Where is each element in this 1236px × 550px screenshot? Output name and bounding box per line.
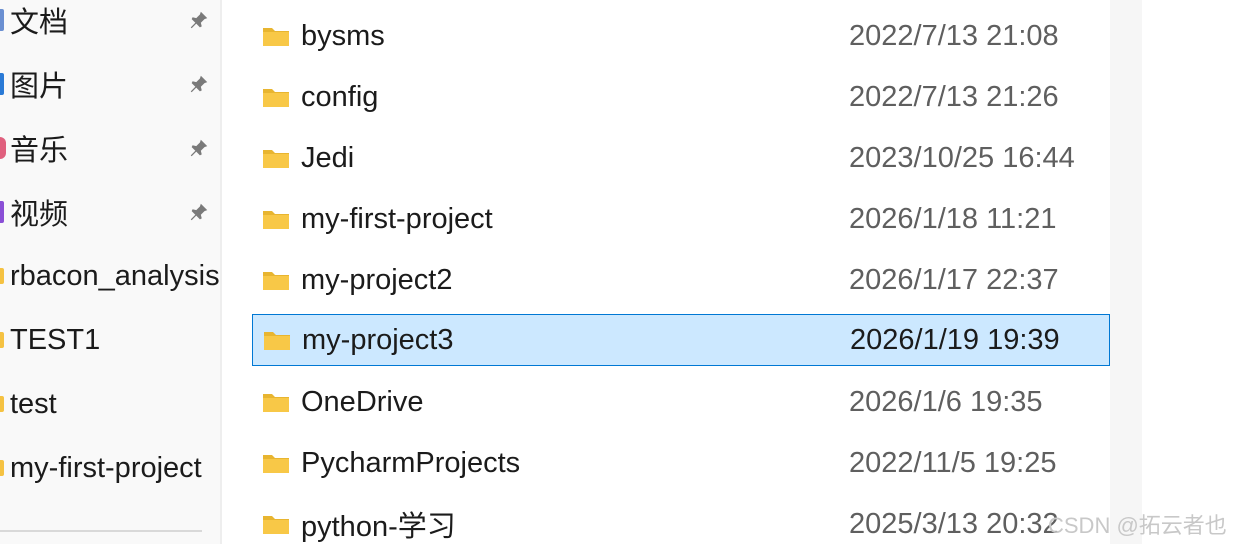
navigation-pane: 文档 图片 音乐 视频 rbacon_analysis TEST1 test m… (0, 0, 220, 544)
folder-icon (263, 150, 289, 168)
sidebar-item-label: 视频 (10, 199, 69, 231)
sidebar-item-test1[interactable]: TEST1 (0, 314, 220, 366)
file-modified-date: 2025/3/13 20:32 (849, 507, 1059, 540)
file-modified-date: 2026/1/17 22:37 (849, 263, 1059, 296)
folder-icon (263, 516, 289, 534)
file-row-python-study[interactable]: python-学习 2025/3/13 20:32 (252, 498, 1110, 550)
folder-icon (263, 28, 289, 46)
videos-icon (0, 201, 4, 223)
pin-icon[interactable] (188, 73, 210, 95)
sidebar-item-label: rbacon_analysis (10, 259, 220, 292)
file-name: OneDrive (301, 385, 424, 418)
file-modified-date: 2026/1/6 19:35 (849, 385, 1043, 418)
file-row-config[interactable]: config 2022/7/13 21:26 (252, 71, 1110, 123)
file-modified-date: 2023/10/25 16:44 (849, 141, 1075, 174)
sidebar-item-label: 图片 (10, 71, 69, 103)
pin-icon[interactable] (188, 137, 210, 159)
file-row-my-first-project[interactable]: my-first-project 2026/1/18 11:21 (252, 193, 1110, 245)
pin-icon[interactable] (188, 201, 210, 223)
scrollbar-track[interactable] (1110, 0, 1142, 544)
file-row-bysms[interactable]: bysms 2022/7/13 21:08 (252, 10, 1110, 62)
file-name: my-project3 (302, 323, 454, 356)
folder-icon (263, 394, 289, 412)
pin-icon[interactable] (188, 9, 210, 31)
file-name: PycharmProjects (301, 446, 521, 479)
file-modified-date: 2026/1/19 19:39 (850, 323, 1060, 356)
folder-icon (263, 89, 289, 107)
sidebar-item-label: my-first-project (10, 451, 202, 484)
folder-icon (263, 455, 289, 473)
folder-icon (0, 332, 4, 348)
folder-icon (263, 272, 289, 290)
folder-icon (0, 268, 4, 284)
file-row-onedrive[interactable]: OneDrive 2026/1/6 19:35 (252, 376, 1110, 428)
file-modified-date: 2022/7/13 21:26 (849, 80, 1059, 113)
file-name: my-project2 (301, 263, 453, 296)
file-name: python-学习 (301, 511, 456, 543)
sidebar-item-music[interactable]: 音乐 (0, 122, 220, 174)
sidebar-item-label: 音乐 (10, 135, 69, 167)
file-list: bysms 2022/7/13 21:08 config 2022/7/13 2… (222, 0, 1110, 544)
file-row-my-project3[interactable]: my-project3 2026/1/19 19:39 (252, 314, 1110, 366)
documents-icon (0, 9, 4, 31)
file-row-my-project2[interactable]: my-project2 2026/1/17 22:37 (252, 254, 1110, 306)
sidebar-divider (0, 530, 202, 532)
music-icon (0, 137, 6, 159)
pictures-icon (0, 73, 4, 95)
sidebar-item-test[interactable]: test (0, 378, 220, 430)
watermark: CSDN @拓云者也 (1048, 513, 1227, 538)
file-name: my-first-project (301, 202, 493, 235)
file-name: bysms (301, 19, 385, 52)
sidebar-item-label: test (10, 387, 57, 420)
file-name: Jedi (301, 141, 355, 174)
file-modified-date: 2026/1/18 11:21 (849, 202, 1057, 235)
file-modified-date: 2022/7/13 21:08 (849, 19, 1059, 52)
folder-icon (263, 211, 289, 229)
sidebar-item-videos[interactable]: 视频 (0, 186, 220, 238)
sidebar-item-rbacon-analysis[interactable]: rbacon_analysis (0, 250, 220, 302)
sidebar-item-documents[interactable]: 文档 (0, 0, 220, 46)
file-row-jedi[interactable]: Jedi 2023/10/25 16:44 (252, 132, 1110, 184)
sidebar-item-my-first-project[interactable]: my-first-project (0, 442, 220, 494)
sidebar-item-pictures[interactable]: 图片 (0, 58, 220, 110)
file-modified-date: 2022/11/5 19:25 (849, 446, 1057, 479)
file-name: config (301, 80, 379, 113)
folder-icon (264, 332, 290, 350)
folder-icon (0, 460, 4, 476)
sidebar-item-label: 文档 (10, 7, 69, 39)
file-row-pycharmprojects[interactable]: PycharmProjects 2022/11/5 19:25 (252, 437, 1110, 489)
folder-icon (0, 396, 4, 412)
sidebar-item-label: TEST1 (10, 323, 101, 356)
